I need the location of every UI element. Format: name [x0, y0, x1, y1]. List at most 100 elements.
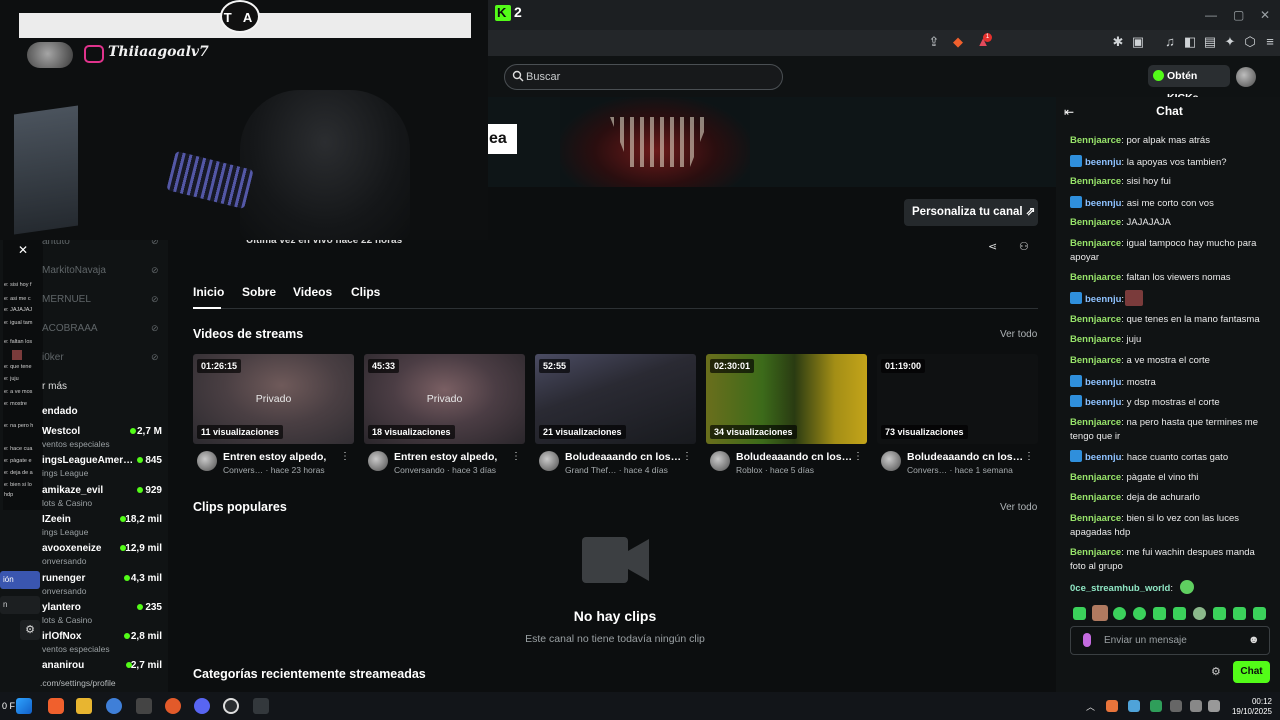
video-title[interactable]: Boludeaaando cn los… [736, 451, 854, 463]
mini-action-button[interactable]: ión [0, 571, 40, 589]
chat-username[interactable]: Bennjaarce [1070, 135, 1121, 146]
clock-date[interactable]: 19/10/2025 [1222, 707, 1272, 716]
microphone-icon[interactable] [1083, 633, 1091, 647]
emote-icon[interactable] [1173, 607, 1186, 620]
emote-icon[interactable] [1253, 607, 1266, 620]
chat-username[interactable]: Bennjaarce [1070, 217, 1121, 228]
windows-start-icon[interactable] [16, 698, 32, 714]
minimize-icon[interactable]: — [1205, 8, 1217, 22]
terminal-icon[interactable] [253, 698, 269, 714]
maximize-icon[interactable]: ▢ [1233, 8, 1244, 22]
extensions-icon[interactable]: ✱ [1110, 34, 1126, 50]
reader-icon[interactable]: ▣ [1130, 34, 1146, 50]
emote-icon[interactable] [1153, 607, 1166, 620]
sidebar-live-name[interactable]: avooxeneize [42, 543, 101, 554]
user-avatar[interactable] [1236, 67, 1256, 87]
obs-icon[interactable] [223, 698, 239, 714]
video-title[interactable]: Boludeaaando cn los… [565, 451, 683, 463]
more-options-icon[interactable]: ⋮ [1024, 451, 1034, 462]
wallet-icon[interactable]: ▤ [1202, 34, 1218, 50]
chat-username[interactable]: Bennjaarce [1070, 472, 1121, 483]
sidebar-item-offline[interactable]: MarkitoNavaja [42, 265, 106, 276]
avatar[interactable] [368, 451, 388, 471]
tray-app-icon[interactable] [1150, 700, 1162, 712]
chat-username[interactable]: Bennjaarce [1070, 355, 1121, 366]
video-card[interactable]: 01:19:00 73 visualizaciones Boludeaaando… [877, 354, 1038, 475]
tab-clips[interactable]: Clips [351, 285, 380, 299]
video-thumbnail[interactable]: 45:33 Privado 18 visualizaciones [364, 354, 525, 444]
chat-username[interactable]: beennju [1085, 452, 1121, 463]
video-card[interactable]: 01:26:15 Privado 11 visualizaciones Entr… [193, 354, 354, 475]
video-thumbnail[interactable]: 02:30:01 34 visualizaciones [706, 354, 867, 444]
emote-icon[interactable] [1133, 607, 1146, 620]
chat-username[interactable]: Bennjaarce [1070, 238, 1121, 249]
close-window-icon[interactable]: ✕ [1260, 8, 1270, 22]
rocket-league-icon[interactable] [106, 698, 122, 714]
mini-action-button[interactable]: n [0, 596, 40, 614]
tab-inicio[interactable]: Inicio [193, 285, 224, 299]
avatar[interactable] [197, 451, 217, 471]
avatar[interactable] [710, 451, 730, 471]
emoji-icon[interactable]: ☻ [1248, 634, 1260, 646]
clips-see-all-link[interactable]: Ver todo [1000, 502, 1037, 513]
sidebar-item-offline[interactable]: ACOBRAAA [42, 323, 98, 334]
video-card[interactable]: 52:55 21 visualizaciones Boludeaaando cn… [535, 354, 696, 475]
more-options-icon[interactable]: ⋮ [340, 451, 350, 462]
sidebar-item-offline[interactable]: MERNUEL [42, 294, 91, 305]
chat-send-button[interactable]: Chat [1233, 661, 1270, 683]
streams-see-all-link[interactable]: Ver todo [1000, 329, 1037, 340]
show-more-link[interactable]: r más [42, 381, 67, 392]
menu-icon[interactable]: ≡ [1262, 34, 1278, 50]
emote-icon[interactable] [1073, 607, 1086, 620]
chat-username[interactable]: Bennjaarce [1070, 417, 1121, 428]
more-options-icon[interactable]: ⋮ [682, 451, 692, 462]
share-channel-icon[interactable]: ⋖ [988, 240, 997, 253]
sidebar-live-name[interactable]: irlOfNox [42, 631, 81, 642]
more-options-icon[interactable]: ⋮ [511, 451, 521, 462]
get-kicks-button[interactable]: Obtén KICKs [1148, 65, 1230, 104]
sidebar-icon[interactable]: ◧ [1182, 34, 1198, 50]
vpn-icon[interactable]: ⬡ [1242, 34, 1258, 50]
video-thumbnail[interactable]: 01:19:00 73 visualizaciones [877, 354, 1038, 444]
avatar[interactable] [539, 451, 559, 471]
chat-settings-icon[interactable]: ⚙ [1211, 665, 1221, 678]
chat-username[interactable]: 0ce_streamhub_world [1070, 583, 1170, 594]
close-icon[interactable]: ✕ [18, 243, 28, 257]
share-icon[interactable]: ⇪ [926, 34, 942, 50]
chat-username[interactable]: beennju [1085, 157, 1121, 168]
emote-icon[interactable] [1092, 605, 1108, 621]
game-launcher-icon[interactable] [165, 698, 181, 714]
follow-user-icon[interactable]: ⚇ [1019, 240, 1029, 253]
emote-icon[interactable] [1213, 607, 1226, 620]
clock-time[interactable]: 00:12 [1222, 697, 1272, 706]
sidebar-live-name[interactable]: ananirou [42, 660, 84, 671]
tab-sobre[interactable]: Sobre [242, 285, 276, 299]
video-thumbnail[interactable]: 52:55 21 visualizaciones [535, 354, 696, 444]
tab-videos[interactable]: Videos [293, 285, 332, 299]
video-title[interactable]: Entren estoy alpedo, [223, 451, 341, 463]
chat-username[interactable]: Bennjaarce [1070, 334, 1121, 345]
sidebar-live-name[interactable]: ingsLeagueAmer… [42, 455, 134, 466]
tray-app-icon[interactable] [1106, 700, 1118, 712]
avatar[interactable] [881, 451, 901, 471]
video-card[interactable]: 45:33 Privado 18 visualizaciones Entren … [364, 354, 525, 475]
sidebar-live-name[interactable]: Westcol [42, 426, 80, 437]
sidebar-item-offline[interactable]: i0ker [42, 352, 64, 363]
chat-username[interactable]: Bennjaarce [1070, 547, 1121, 558]
chat-username[interactable]: beennju [1085, 198, 1121, 209]
brave-shield-icon[interactable]: ◆ [950, 34, 966, 50]
video-title[interactable]: Boludeaaando cn los… [907, 451, 1025, 463]
customize-channel-button[interactable]: Personaliza tu canal ⇗ [904, 199, 1038, 226]
volume-icon[interactable] [1208, 700, 1220, 712]
emote-icon[interactable] [1113, 607, 1126, 620]
chat-username[interactable]: beennju [1085, 294, 1121, 305]
chat-username[interactable]: Bennjaarce [1070, 513, 1121, 524]
microphone-tray-icon[interactable] [1170, 700, 1182, 712]
chat-username[interactable]: Bennjaarce [1070, 314, 1121, 325]
sidebar-live-name[interactable]: runenger [42, 573, 85, 584]
tray-chevron-icon[interactable]: ︿ [1086, 700, 1095, 713]
gear-icon[interactable]: ⚙ [20, 620, 40, 640]
tab-count[interactable]: 2 [514, 4, 522, 20]
video-card[interactable]: 02:30:01 34 visualizaciones Boludeaaando… [706, 354, 867, 475]
leo-icon[interactable]: ✦ [1222, 34, 1238, 50]
